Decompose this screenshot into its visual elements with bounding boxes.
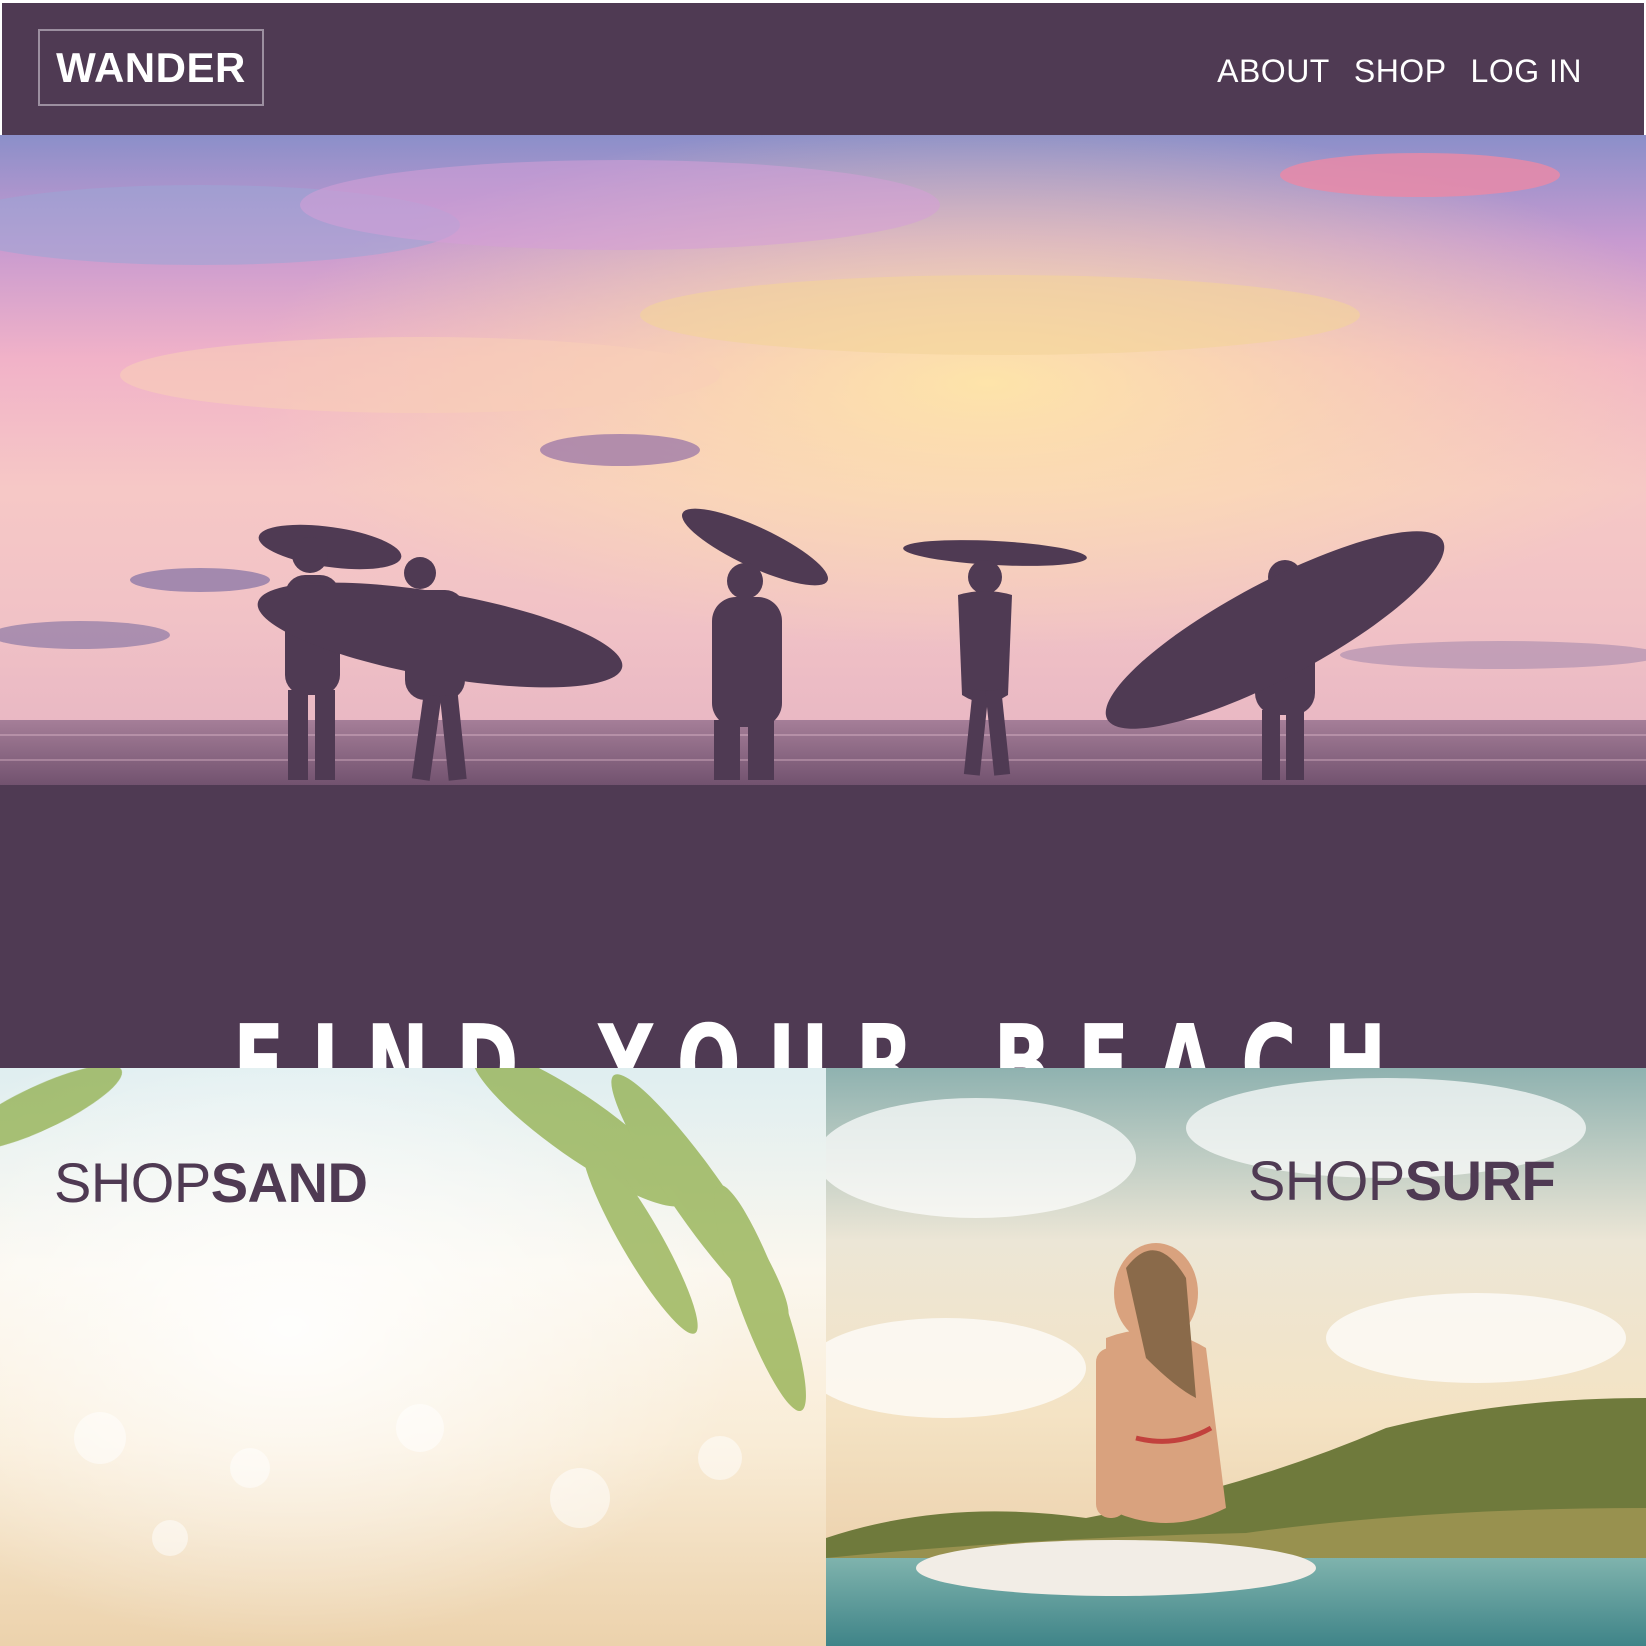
brand-logo[interactable]: WANDER [38,29,264,106]
shop-sand-panel[interactable]: SHOPSAND [0,1068,826,1646]
shop-surf-emphasis: SURF [1404,1149,1556,1212]
shop-surf-panel[interactable]: SHOPSURF [826,1068,1646,1646]
shop-surf-label[interactable]: SHOPSURF [1248,1148,1556,1213]
main-nav: ABOUT SHOP LOG IN [1217,53,1582,90]
nav-login[interactable]: LOG IN [1471,53,1582,90]
shop-surf-prefix: SHOP [1248,1149,1405,1212]
hero-banner: FIND YOUR BEACH [0,135,1646,1068]
nav-about[interactable]: ABOUT [1217,53,1330,90]
hero-title: FIND YOUR BEACH [232,1002,1414,1069]
nav-shop[interactable]: SHOP [1354,53,1447,90]
shop-sand-label[interactable]: SHOPSAND [54,1150,368,1215]
shop-sand-prefix: SHOP [54,1151,211,1214]
top-navbar: WANDER ABOUT SHOP LOG IN [2,3,1644,135]
hero-image [0,135,1646,1068]
shop-sand-emphasis: SAND [210,1151,368,1214]
